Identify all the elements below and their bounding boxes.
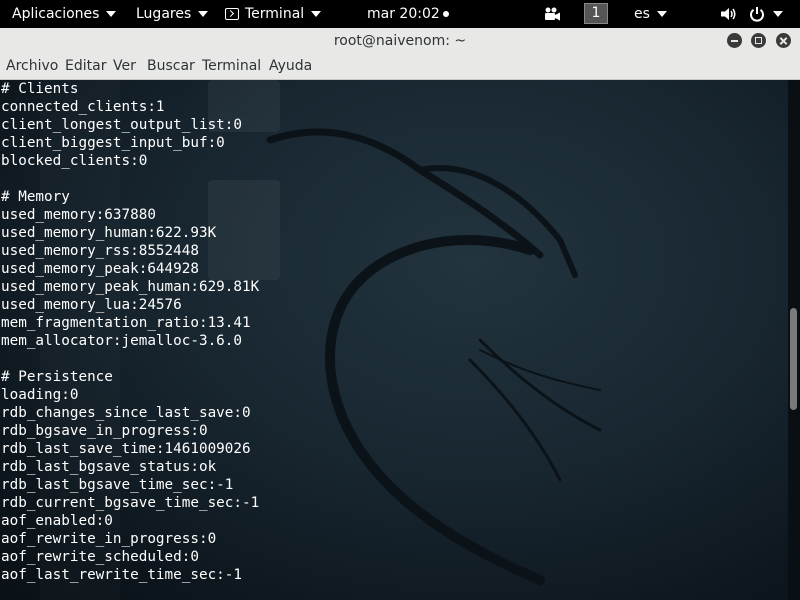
places-label: Lugares	[136, 6, 192, 22]
terminal-line: mem_allocator:jemalloc-3.6.0	[1, 333, 243, 349]
terminal-app-menu[interactable]: Terminal	[225, 0, 322, 28]
system-menu[interactable]	[748, 0, 783, 28]
terminal-scrollbar[interactable]	[788, 80, 800, 600]
top-panel: Aplicaciones Lugares Terminal mar 20:02 …	[0, 0, 800, 28]
menu-archivo[interactable]: Archivo	[6, 54, 58, 79]
terminal-line: mem_fragmentation_ratio:13.41	[1, 315, 251, 331]
minimize-button[interactable]	[727, 33, 742, 48]
terminal-line: used_memory_peak:644928	[1, 261, 199, 277]
terminal-line: rdb_last_bgsave_time_sec:-1	[1, 477, 234, 493]
terminal-line: aof_enabled:0	[1, 513, 113, 529]
terminal-line: aof_rewrite_in_progress:0	[1, 531, 217, 547]
terminal-line: rdb_current_bgsave_time_sec:-1	[1, 495, 260, 511]
workspace-indicator[interactable]: 1	[584, 3, 608, 24]
chevron-down-icon	[656, 11, 667, 17]
notification-dot-icon	[442, 11, 449, 17]
terminal-output: # Clients connected_clients:1 client_longe…	[1, 80, 259, 584]
screencast-indicator[interactable]	[543, 0, 561, 28]
chevron-down-icon	[773, 11, 783, 17]
terminal-line: used_memory_rss:8552448	[1, 243, 199, 259]
places-menu[interactable]: Lugares	[136, 0, 209, 28]
terminal-view[interactable]: # Clients connected_clients:1 client_longe…	[0, 80, 788, 600]
terminal-line: rdb_last_save_time:1461009026	[1, 441, 251, 457]
clock[interactable]: mar 20:02	[367, 0, 449, 28]
terminal-line: used_memory_human:622.93K	[1, 225, 217, 241]
window-titlebar[interactable]: root@naivenom: ~	[0, 28, 800, 55]
menu-ayuda[interactable]: Ayuda	[269, 54, 312, 79]
menu-editar[interactable]: Editar	[65, 54, 106, 79]
maximize-button[interactable]	[751, 33, 766, 48]
terminal-line: used_memory_peak_human:629.81K	[1, 279, 260, 295]
terminal-line: used_memory:637880	[1, 207, 156, 223]
terminal-line: # Memory	[1, 189, 70, 205]
chevron-down-icon	[106, 11, 117, 17]
keyboard-layout-label: es	[634, 6, 650, 22]
applications-menu[interactable]: Aplicaciones	[12, 0, 117, 28]
menu-ver[interactable]: Ver	[113, 54, 136, 79]
terminal-line: aof_last_rewrite_time_sec:-1	[1, 567, 243, 583]
chevron-down-icon	[198, 11, 209, 17]
terminal-line: connected_clients:1	[1, 99, 165, 115]
terminal-icon	[225, 8, 239, 20]
terminal-line: # Clients	[1, 81, 79, 97]
menu-bar: Archivo Editar Ver Buscar Terminal Ayuda	[0, 54, 800, 80]
menu-terminal[interactable]: Terminal	[202, 54, 261, 79]
terminal-app-label: Terminal	[245, 6, 305, 22]
scrollbar-thumb[interactable]	[790, 308, 797, 410]
power-icon	[750, 7, 764, 22]
window-title: root@naivenom: ~	[333, 33, 467, 49]
close-button[interactable]	[776, 33, 791, 48]
terminal-line: client_longest_output_list:0	[1, 117, 243, 133]
terminal-line: rdb_changes_since_last_save:0	[1, 405, 251, 421]
terminal-line: loading:0	[1, 387, 79, 403]
terminal-line: blocked_clients:0	[1, 153, 148, 169]
applications-label: Aplicaciones	[12, 6, 100, 22]
menu-buscar[interactable]: Buscar	[147, 54, 195, 79]
terminal-line: aof_rewrite_scheduled:0	[1, 549, 199, 565]
camera-icon	[545, 7, 560, 21]
terminal-line: # Persistence	[1, 369, 113, 385]
terminal-line: rdb_bgsave_in_progress:0	[1, 423, 208, 439]
clock-label: mar 20:02	[367, 6, 440, 22]
terminal-line: used_memory_lua:24576	[1, 297, 182, 313]
volume-icon	[721, 8, 736, 20]
keyboard-layout[interactable]: es	[634, 0, 667, 28]
chevron-down-icon	[311, 11, 322, 17]
volume-indicator[interactable]	[719, 0, 737, 28]
terminal-line: client_biggest_input_buf:0	[1, 135, 225, 151]
terminal-line: rdb_last_bgsave_status:ok	[1, 459, 217, 475]
